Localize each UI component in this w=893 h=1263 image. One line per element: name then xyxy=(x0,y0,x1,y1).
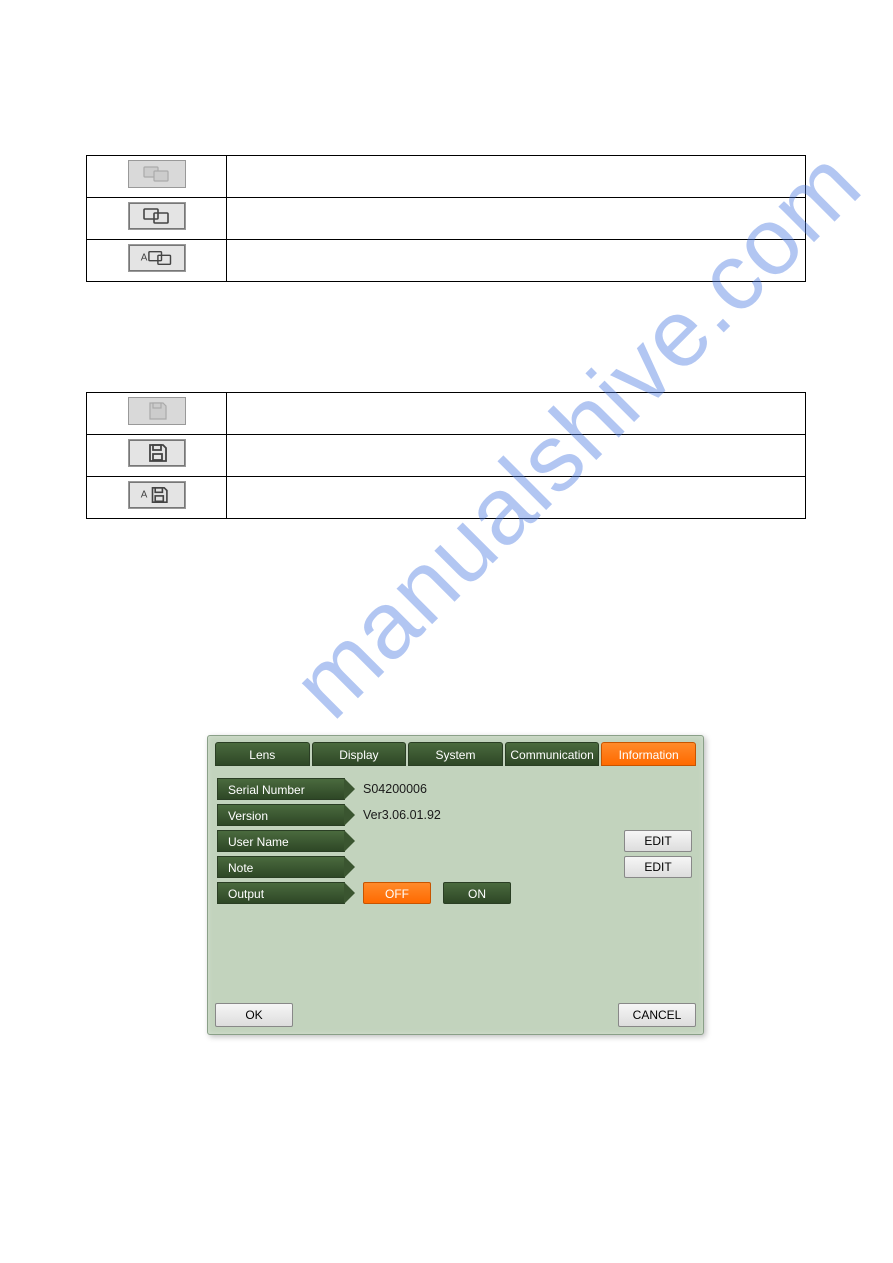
save-icon-auto: A xyxy=(128,481,186,509)
description-cell xyxy=(227,156,806,198)
table-row xyxy=(87,198,806,240)
cancel-button[interactable]: CANCEL xyxy=(618,1003,696,1027)
row-version: Version Ver3.06.01.92 xyxy=(217,802,692,827)
transfer-icon-enabled xyxy=(128,202,186,230)
output-label: Output xyxy=(217,882,345,904)
output-on-button[interactable]: ON xyxy=(443,882,511,904)
row-note: Note EDIT xyxy=(217,854,692,879)
description-cell xyxy=(227,240,806,282)
tab-system[interactable]: System xyxy=(408,742,503,766)
tab-communication[interactable]: Communication xyxy=(505,742,600,766)
description-cell xyxy=(227,435,806,477)
version-value: Ver3.06.01.92 xyxy=(363,808,441,822)
row-username: User Name EDIT xyxy=(217,828,692,853)
table-row xyxy=(87,156,806,198)
save-icon-disabled xyxy=(128,397,186,425)
edit-username-button[interactable]: EDIT xyxy=(624,830,692,852)
description-cell xyxy=(227,198,806,240)
transfer-icon-disabled xyxy=(128,160,186,188)
output-off-button[interactable]: OFF xyxy=(363,882,431,904)
row-serial: Serial Number S04200006 xyxy=(217,776,692,801)
svg-text:A: A xyxy=(140,490,147,501)
serial-label: Serial Number xyxy=(217,778,345,800)
ok-button[interactable]: OK xyxy=(215,1003,293,1027)
transfer-icon-auto: A xyxy=(128,244,186,272)
icon-cell xyxy=(87,435,227,477)
table-row xyxy=(87,393,806,435)
icon-cell xyxy=(87,156,227,198)
save-icon-enabled xyxy=(128,439,186,467)
icon-cell: A xyxy=(87,477,227,519)
version-label: Version xyxy=(217,804,345,826)
serial-value: S04200006 xyxy=(363,782,427,796)
note-label: Note xyxy=(217,856,345,878)
row-output: Output OFF ON xyxy=(217,880,692,905)
edit-note-button[interactable]: EDIT xyxy=(624,856,692,878)
tabs: Lens Display System Communication Inform… xyxy=(215,742,696,766)
icon-cell xyxy=(87,393,227,435)
table-row: A xyxy=(87,477,806,519)
dialog-buttons: OK CANCEL xyxy=(215,1003,696,1027)
username-label: User Name xyxy=(217,830,345,852)
table-row: A xyxy=(87,240,806,282)
icon-cell xyxy=(87,198,227,240)
icon-table-save: A xyxy=(86,392,806,519)
tab-lens[interactable]: Lens xyxy=(215,742,310,766)
tab-information[interactable]: Information xyxy=(601,742,696,766)
description-cell xyxy=(227,393,806,435)
svg-text:A: A xyxy=(140,253,147,264)
table-row xyxy=(87,435,806,477)
tab-display[interactable]: Display xyxy=(312,742,407,766)
settings-dialog: Lens Display System Communication Inform… xyxy=(207,735,704,1035)
icon-table-transfer: A xyxy=(86,155,806,282)
description-cell xyxy=(227,477,806,519)
dialog-body: Serial Number S04200006 Version Ver3.06.… xyxy=(215,770,696,910)
icon-cell: A xyxy=(87,240,227,282)
